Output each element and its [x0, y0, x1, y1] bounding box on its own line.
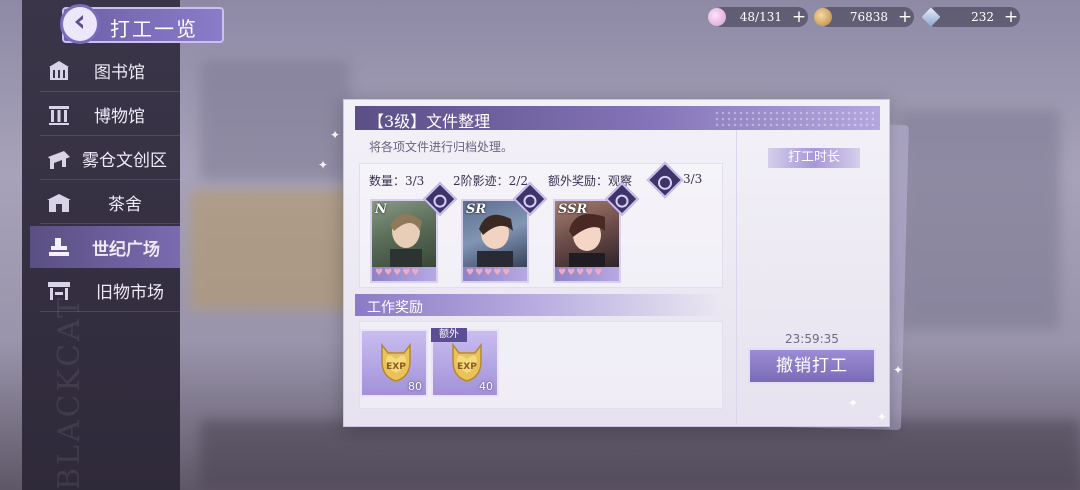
sidebar-item-label: 世纪广场	[92, 239, 160, 260]
sidebar-item-museum[interactable]: 博物馆	[40, 94, 180, 136]
sparkle-icon: ✦	[893, 363, 904, 377]
affinity-bar: ♥♥♥♥♥	[463, 267, 527, 281]
back-arrow-icon	[71, 13, 89, 35]
market-icon	[44, 276, 74, 306]
sidebar-item-label: 茶舍	[108, 195, 142, 215]
resource-crystals: 232 +	[921, 7, 1020, 27]
crystal-icon	[921, 7, 941, 27]
sparkle-icon: ✦	[330, 128, 341, 142]
extra-reward-count: 3/3	[683, 172, 703, 186]
sidebar-item-label: 雾仓文创区	[82, 151, 167, 171]
sidebar-item-label: 图书馆	[94, 63, 145, 83]
svg-text:EXP: EXP	[457, 362, 477, 372]
sidebar-item-plaza[interactable]: 世纪广场	[30, 226, 180, 268]
affinity-hearts: ♥♥♥♥♥	[375, 268, 421, 278]
back-button[interactable]	[60, 4, 100, 44]
character-card[interactable]: SSR ♥♥♥♥♥	[553, 199, 621, 283]
svg-text:EXP: EXP	[386, 362, 406, 372]
affinity-hearts: ♥♥♥♥♥	[466, 268, 512, 278]
quantity-stat: 数量：3/3	[369, 174, 425, 188]
resource-value: 48/131	[739, 10, 782, 24]
exp-icon: EXP	[447, 341, 487, 383]
sidebar-watermark: BLACKCAT	[52, 294, 87, 490]
duration-label: 打工时长	[768, 148, 860, 168]
resource-value: 232	[971, 10, 994, 24]
job-description: 将各项文件进行归档处理。	[369, 140, 514, 154]
library-icon	[44, 56, 74, 86]
rarity-label: N	[375, 202, 387, 217]
job-title: 【3级】文件整理	[368, 112, 491, 131]
reward-section-title: 工作奖励	[367, 300, 423, 316]
second-stage-stat: 2阶影迹：2/2	[453, 174, 528, 188]
affinity-bar: ♥♥♥♥♥	[372, 267, 436, 281]
plaza-icon	[44, 232, 74, 262]
sparkle-icon: ✦	[318, 158, 329, 172]
affinity-bar: ♥♥♥♥♥	[555, 267, 619, 281]
coin-icon	[814, 8, 832, 26]
countdown-timer: 23:59:35	[785, 332, 839, 346]
add-coins-button[interactable]: +	[896, 7, 914, 27]
sidebar-item-market[interactable]: 旧物市场	[40, 270, 180, 312]
teahouse-icon	[44, 188, 74, 218]
creative-district-icon	[44, 144, 74, 174]
exp-icon: EXP	[376, 341, 416, 383]
sidebar-item-creative-district[interactable]: 雾仓文创区	[40, 138, 180, 180]
affinity-hearts: ♥♥♥♥♥	[558, 268, 604, 278]
resource-value: 76838	[849, 10, 888, 24]
reward-item[interactable]: EXP 80	[360, 329, 428, 397]
rarity-label: SSR	[558, 202, 588, 217]
resource-energy: 48/131 +	[708, 7, 808, 27]
header-pattern	[714, 110, 874, 126]
resource-coins: 76838 +	[814, 7, 914, 27]
rarity-label: SR	[466, 202, 487, 217]
sidebar-item-label: 旧物市场	[96, 283, 164, 303]
background-ground	[200, 420, 1080, 490]
cancel-job-button[interactable]: 撤销打工	[748, 348, 876, 384]
page-title: 打工一览	[110, 17, 198, 41]
sidebar-item-library[interactable]: 图书馆	[40, 50, 180, 92]
sidebar-item-label: 博物馆	[94, 107, 145, 127]
sparkle-icon: ✦	[877, 410, 888, 424]
extra-tag: 额外	[431, 328, 467, 342]
add-energy-button[interactable]: +	[790, 7, 808, 27]
add-crystals-button[interactable]: +	[1002, 7, 1020, 27]
sidebar-item-teahouse[interactable]: 茶舍	[40, 182, 180, 224]
background-building	[900, 110, 1060, 330]
character-card[interactable]: N ♥♥♥♥♥	[370, 199, 438, 283]
reward-count: 80	[408, 380, 422, 393]
sparkle-icon: ✦	[848, 396, 859, 410]
reward-count: 40	[479, 380, 493, 393]
pink-gem-icon	[708, 8, 726, 26]
museum-icon	[44, 100, 74, 130]
character-card[interactable]: SR ♥♥♥♥♥	[461, 199, 529, 283]
background-tree	[190, 190, 360, 310]
